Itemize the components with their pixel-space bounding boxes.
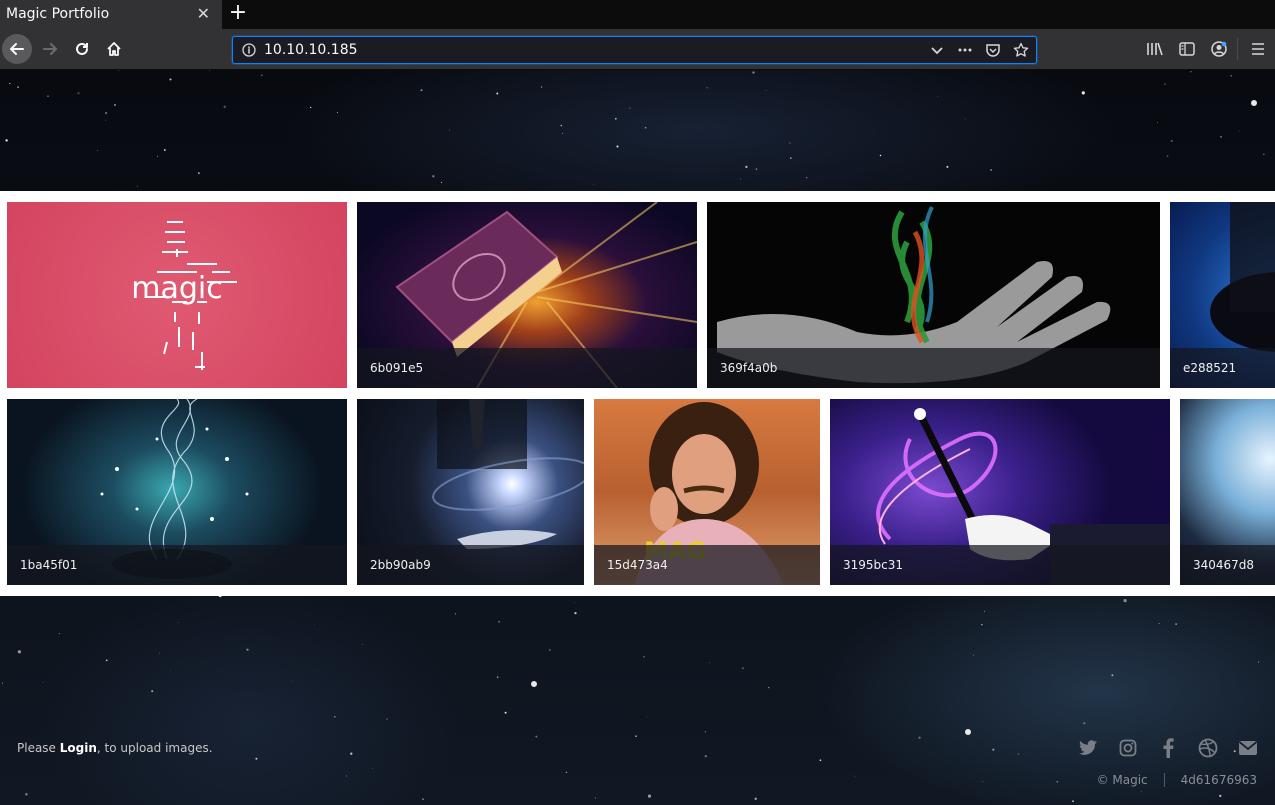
image-gallery: magic 6b091e5 369f4a0b e288521 1ba45f01 … <box>0 191 1275 596</box>
navigation-toolbar: 10.10.10.185 <box>0 29 1275 70</box>
new-tab-button[interactable]: + <box>228 0 248 29</box>
account-icon[interactable] <box>1209 39 1229 59</box>
pocket-icon[interactable] <box>984 41 1002 59</box>
arrow-right-icon <box>43 43 57 55</box>
back-button[interactable] <box>2 34 32 64</box>
image-caption: 15d473a4 <box>594 545 820 585</box>
social-links <box>1077 737 1259 759</box>
login-note: Please Login, to upload images. <box>17 741 213 755</box>
login-prefix: Please <box>17 741 60 755</box>
address-bar[interactable]: 10.10.10.185 <box>232 36 1037 64</box>
reload-button[interactable] <box>67 34 97 64</box>
image-caption: 340467d8 <box>1180 545 1275 585</box>
home-icon <box>107 42 121 56</box>
footer-hash: 4d61676963 <box>1180 773 1257 787</box>
home-button[interactable] <box>99 34 129 64</box>
dribbble-icon[interactable] <box>1197 737 1219 759</box>
instagram-icon[interactable] <box>1117 737 1139 759</box>
magic-logo-text: magic <box>131 271 222 306</box>
menu-icon[interactable] <box>1248 39 1268 59</box>
gallery-item[interactable]: 340467d8 <box>1180 399 1275 585</box>
page-viewport: magic 6b091e5 369f4a0b e288521 1ba45f01 … <box>0 70 1275 805</box>
gallery-item[interactable]: 3195bc31 <box>830 399 1170 585</box>
copyright-text: © Magic <box>1096 773 1148 787</box>
browser-tab[interactable]: Magic Portfolio ✕ <box>0 0 222 29</box>
toolbar-divider <box>1237 38 1238 60</box>
image-caption: 3195bc31 <box>830 545 1170 585</box>
page-actions-icon[interactable] <box>956 41 974 59</box>
gallery-item[interactable]: 2bb90ab9 <box>357 399 584 585</box>
image-caption: 6b091e5 <box>357 348 697 388</box>
twitter-icon[interactable] <box>1077 737 1099 759</box>
login-link[interactable]: Login <box>60 741 97 755</box>
facebook-icon[interactable] <box>1157 737 1179 759</box>
forward-button[interactable] <box>35 34 65 64</box>
arrow-left-icon <box>10 43 24 55</box>
gallery-item[interactable]: magic <box>7 202 347 388</box>
image-caption: 369f4a0b <box>707 348 1160 388</box>
image-caption: 1ba45f01 <box>7 545 347 585</box>
tab-title: Magic Portfolio <box>6 6 110 22</box>
footer: © Magic 4d61676963 <box>1097 773 1257 787</box>
url-text[interactable]: 10.10.10.185 <box>264 42 358 58</box>
image-caption: e288521 <box>1170 348 1275 388</box>
gallery-item[interactable]: 369f4a0b <box>707 202 1160 388</box>
bookmark-star-icon[interactable] <box>1012 41 1030 59</box>
gallery-item[interactable]: 6b091e5 <box>357 202 697 388</box>
tab-strip: Magic Portfolio ✕ + <box>0 0 1275 29</box>
gallery-item[interactable]: 1ba45f01 <box>7 399 347 585</box>
login-suffix: , to upload images. <box>96 741 213 755</box>
mail-icon[interactable] <box>1237 737 1259 759</box>
sidebar-icon[interactable] <box>1177 39 1197 59</box>
chevron-down-icon[interactable] <box>928 41 946 59</box>
gallery-item[interactable]: MAG 15d473a4 <box>594 399 820 585</box>
magic-logo-image: magic <box>7 202 347 388</box>
reload-icon <box>76 42 88 55</box>
image-caption: 2bb90ab9 <box>357 545 584 585</box>
tab-close-icon[interactable]: ✕ <box>197 4 210 23</box>
library-icon[interactable] <box>1145 39 1165 59</box>
info-icon[interactable] <box>241 42 257 58</box>
gallery-item[interactable]: e288521 <box>1170 202 1275 388</box>
footer-divider <box>1163 773 1165 787</box>
